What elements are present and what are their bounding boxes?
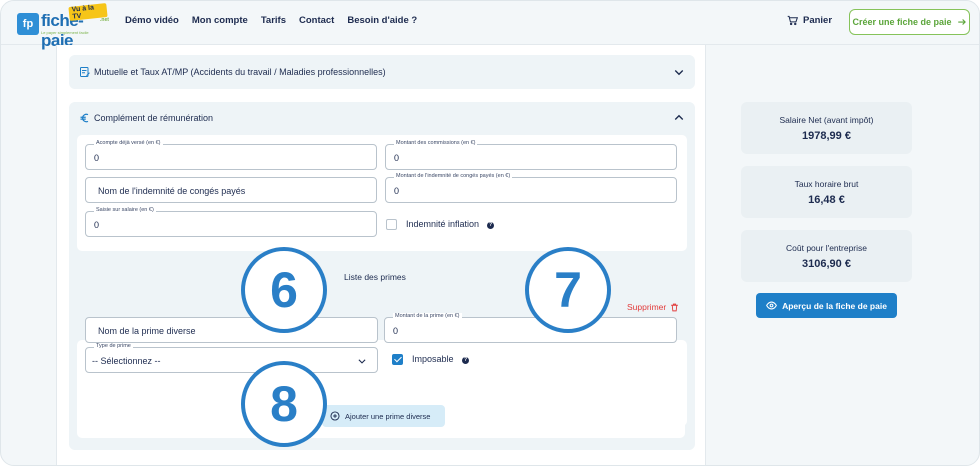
preview-label: Aperçu de la fiche de paie bbox=[782, 300, 887, 311]
primes-list-title: Liste des primes bbox=[344, 272, 406, 282]
prime-name-placeholder: Nom de la prime diverse bbox=[98, 326, 196, 336]
trash-icon bbox=[671, 303, 679, 311]
annotation-marker-8: 8 bbox=[241, 361, 327, 447]
site-header: fp fiche-paie Vu à la TV .net Le payer s… bbox=[1, 1, 979, 50]
summary-employer-cost: Coût pour l'entreprise 3106,90 € bbox=[741, 230, 912, 282]
chevron-up-icon[interactable] bbox=[673, 112, 685, 124]
remuneration-fields-card: Acompte déjà versé (en €) 0 Montant des … bbox=[77, 135, 687, 251]
indemnite-amount-value: 0 bbox=[394, 186, 400, 196]
chevron-down-icon bbox=[358, 359, 366, 364]
form-column: Mutuelle et Taux AT/MP (Accidents du tra… bbox=[56, 45, 706, 465]
logo-badge: fp bbox=[17, 13, 39, 35]
indemnite-amount-label: Montant de l'indemnité de congés payés (… bbox=[394, 173, 513, 179]
add-prime-button[interactable]: Ajouter une prime diverse bbox=[322, 405, 445, 427]
eye-icon bbox=[766, 301, 777, 310]
commissions-value: 0 bbox=[394, 153, 400, 163]
create-payslip-label: Créer une fiche de paie bbox=[852, 17, 952, 27]
nav-besoin-aide[interactable]: Besoin d'aide ? bbox=[347, 15, 417, 26]
app-frame: fp fiche-paie Vu à la TV .net Le payer s… bbox=[0, 0, 980, 466]
create-payslip-button[interactable]: Créer une fiche de paie bbox=[849, 9, 970, 35]
indemnite-name-field[interactable]: Nom de l'indemnité de congés payés bbox=[85, 177, 377, 203]
delete-prime-button[interactable]: Supprimer bbox=[627, 302, 679, 312]
indemnite-name-placeholder: Nom de l'indemnité de congés payés bbox=[98, 186, 246, 196]
site-logo[interactable]: fp fiche-paie Vu à la TV .net Le payer s… bbox=[17, 3, 109, 50]
imposable-info-icon[interactable]: ? bbox=[462, 357, 469, 364]
commissions-label: Montant des commissions (en €) bbox=[394, 140, 478, 146]
main-nav: Démo vidéo Mon compte Tarifs Contact Bes… bbox=[125, 15, 417, 26]
plus-circle-icon bbox=[330, 411, 340, 421]
nav-tarifs[interactable]: Tarifs bbox=[261, 15, 286, 26]
summary-hourly-rate: Taux horaire brut 16,48 € bbox=[741, 166, 912, 218]
logo-tagline: Le payer simplement facile bbox=[41, 30, 89, 35]
prime-type-select[interactable]: Type de prime -- Sélectionnez -- bbox=[85, 343, 378, 373]
prime-type-value: -- Sélectionnez -- bbox=[92, 356, 161, 366]
net-salary-value: 1978,99 € bbox=[802, 130, 851, 142]
cart-icon bbox=[787, 15, 798, 26]
imposable-checkbox[interactable] bbox=[392, 354, 403, 365]
imposable-label: Imposable bbox=[412, 354, 454, 364]
arrow-right-icon bbox=[957, 19, 966, 25]
annotation-marker-6: 6 bbox=[241, 247, 327, 333]
accordion-mutuelle-title: Mutuelle et Taux AT/MP (Accidents du tra… bbox=[94, 67, 386, 77]
nav-contact[interactable]: Contact bbox=[299, 15, 334, 26]
logo-net: .net bbox=[100, 17, 109, 23]
delete-label: Supprimer bbox=[627, 302, 667, 312]
prime-amount-value: 0 bbox=[393, 326, 399, 336]
acompte-label: Acompte déjà versé (en €) bbox=[94, 140, 163, 146]
indemnite-amount-field[interactable]: Montant de l'indemnité de congés payés (… bbox=[385, 173, 677, 203]
inflation-label: Indemnité inflation bbox=[406, 219, 480, 229]
nav-mon-compte[interactable]: Mon compte bbox=[192, 15, 248, 26]
summary-net-salary: Salaire Net (avant impôt) 1978,99 € bbox=[741, 102, 912, 154]
hourly-rate-label: Taux horaire brut bbox=[794, 179, 859, 189]
acompte-value: 0 bbox=[94, 153, 100, 163]
accordion-complement-title: Complément de rémunération bbox=[94, 113, 214, 123]
hourly-rate-value: 16,48 € bbox=[808, 194, 845, 206]
commissions-field[interactable]: Montant des commissions (en €) 0 bbox=[385, 140, 677, 170]
acompte-field[interactable]: Acompte déjà versé (en €) 0 bbox=[85, 140, 377, 170]
inflation-checkbox[interactable] bbox=[386, 219, 397, 230]
annotation-marker-7: 7 bbox=[525, 247, 611, 333]
cart-link[interactable]: Panier bbox=[787, 15, 832, 26]
nav-demo-video[interactable]: Démo vidéo bbox=[125, 15, 179, 26]
add-prime-label: Ajouter une prime diverse bbox=[345, 411, 431, 421]
prime-amount-field[interactable]: Montant de la prime (en €) 0 bbox=[384, 313, 677, 343]
document-edit-icon bbox=[80, 67, 90, 77]
prime-amount-label: Montant de la prime (en €) bbox=[393, 313, 462, 319]
euro-icon bbox=[80, 113, 89, 123]
saisie-salaire-label: Saisie sur salaire (en €) bbox=[94, 207, 156, 213]
saisie-salaire-field[interactable]: Saisie sur salaire (en €) 0 bbox=[85, 207, 377, 237]
net-salary-label: Salaire Net (avant impôt) bbox=[779, 115, 874, 125]
preview-payslip-button[interactable]: Aperçu de la fiche de paie bbox=[756, 293, 897, 318]
prime-name-field[interactable]: Nom de la prime diverse bbox=[85, 317, 378, 343]
chevron-down-icon[interactable] bbox=[673, 66, 685, 78]
inflation-info-icon[interactable]: ? bbox=[487, 222, 494, 229]
employer-cost-value: 3106,90 € bbox=[802, 258, 851, 270]
prime-type-label: Type de prime bbox=[94, 343, 133, 349]
accordion-mutuelle[interactable]: Mutuelle et Taux AT/MP (Accidents du tra… bbox=[69, 55, 695, 89]
saisie-salaire-value: 0 bbox=[94, 220, 100, 230]
employer-cost-label: Coût pour l'entreprise bbox=[786, 243, 867, 253]
cart-label: Panier bbox=[803, 15, 833, 26]
